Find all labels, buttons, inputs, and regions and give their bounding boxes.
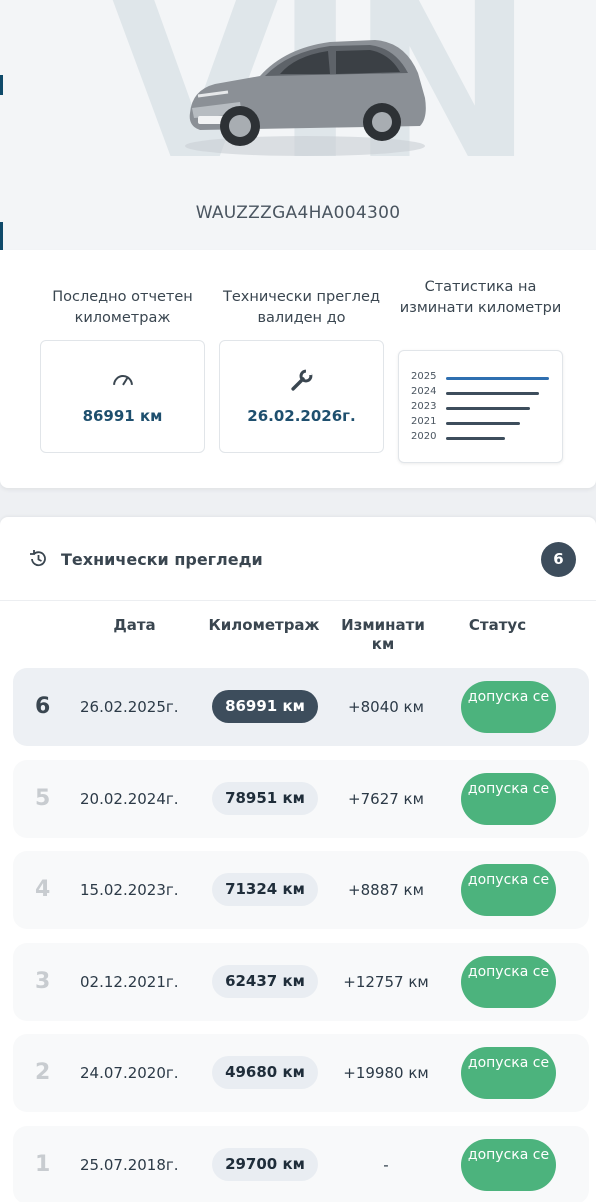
inspections-panel: Технически прегледи 6 Дата Километраж Из… (0, 517, 596, 1202)
inspection-row[interactable]: 6 26.02.2025г. 86991 км +8040 км допуска се (13, 668, 589, 746)
row-date: 25.07.2018г. (80, 1155, 179, 1174)
mini-chart-bar (446, 392, 539, 395)
mini-chart-bar (446, 377, 549, 380)
row-mileage-pill: 78951 км (212, 781, 318, 815)
inspection-row[interactable]: 1 25.07.2018г. 29700 км - допуска се (13, 1125, 589, 1202)
row-mileage-pill: 29700 км (212, 1147, 318, 1181)
car-image (185, 40, 426, 156)
mileage-value: 86991 км (82, 407, 163, 425)
mini-chart-year: 2023 (411, 401, 437, 412)
edge-marker (0, 75, 3, 95)
row-number: 6 (35, 694, 51, 719)
row-mileage-pill: 86991 км (212, 690, 318, 723)
row-km-diff: +12757 км (343, 972, 429, 991)
inspection-label: Технически преглед валиден до (223, 289, 380, 326)
status-badge: допуска се (461, 1047, 556, 1099)
mini-chart-box[interactable]: 2025 2024 2023 2021 2020 (398, 350, 563, 463)
mini-chart-row: 2020 (411, 431, 561, 445)
status-badge: допуска се (461, 772, 556, 825)
row-date: 24.07.2020г. (80, 1064, 179, 1082)
inspections-count-badge: 6 (541, 542, 576, 577)
row-km-diff: +8040 км (348, 698, 424, 716)
mini-chart-row: 2021 (411, 416, 561, 430)
column-diff: Изминати км (341, 616, 425, 653)
status-badge: допуска се (461, 864, 556, 916)
inspection-row[interactable]: 4 15.02.2023г. 71324 км +8887 км допуска се (13, 851, 589, 929)
row-date: 20.02.2024г. (80, 789, 179, 808)
inspections-title: Технически прегледи (61, 550, 263, 569)
mini-chart-year: 2021 (411, 416, 437, 427)
row-date: 26.02.2025г. (80, 698, 179, 716)
row-km-diff: +19980 км (343, 1064, 429, 1082)
status-badge: допуска се (461, 681, 556, 733)
column-status: Статус (468, 616, 527, 634)
history-icon (30, 550, 46, 567)
inspection-row[interactable]: 3 02.12.2021г. 62437 км +12757 км допуска се (13, 942, 589, 1021)
row-date: 15.02.2023г. (80, 881, 179, 899)
mini-chart-bar (446, 407, 531, 410)
row-km-diff: +7627 км (348, 789, 424, 808)
inspection-row[interactable]: 5 20.02.2024г. 78951 км +7627 км допуска се (13, 759, 589, 838)
mini-chart-row: 2023 (411, 401, 561, 415)
status-badge: допуска се (461, 955, 556, 1008)
mini-chart-row: 2024 (411, 386, 561, 400)
wrench-icon (291, 369, 313, 391)
mini-chart-bar (446, 422, 521, 425)
mileage-box: 86991 км (40, 340, 205, 453)
mini-chart-year: 2020 (411, 431, 437, 442)
row-mileage-pill: 62437 км (212, 964, 318, 998)
row-number: 1 (35, 1151, 51, 1177)
status-badge: допуска се (461, 1138, 556, 1191)
mini-chart-row: 2025 (411, 371, 561, 385)
mileage-label: Последно отчетен километраж (52, 289, 193, 326)
inspection-row[interactable]: 2 24.07.2020г. 49680 км +19980 км допуска се (13, 1034, 589, 1112)
row-number: 2 (35, 1060, 51, 1085)
inspections-header[interactable]: Технически прегледи 6 (0, 517, 596, 601)
mini-chart-year: 2024 (411, 386, 437, 397)
chart-label: Статистика на изминати километри (399, 279, 562, 316)
row-number: 4 (35, 877, 51, 902)
mini-chart-bar (446, 437, 505, 440)
row-mileage-pill: 49680 км (212, 1056, 318, 1089)
row-km-diff: +8887 км (348, 881, 424, 899)
row-number: 5 (35, 785, 51, 811)
inspection-value: 26.02.2026г. (247, 407, 356, 425)
column-km: Километраж (208, 616, 320, 634)
row-mileage-pill: 71324 км (212, 873, 318, 906)
inspection-box: 26.02.2026г. (219, 340, 384, 453)
mini-chart-year: 2025 (411, 371, 437, 382)
column-date: Дата (113, 616, 156, 634)
vin-number: WAUZZZGA4HA004300 (195, 203, 401, 223)
vehicle-hero: VIN WAUZZZGA4HA004300 (0, 0, 596, 250)
row-date: 02.12.2021г. (80, 972, 179, 991)
speedometer-icon (113, 375, 133, 386)
vehicle-stats-card: Последно отчетен километраж 86991 км Тех… (0, 250, 596, 488)
row-number: 3 (35, 968, 51, 994)
row-km-diff: - (383, 1155, 389, 1174)
